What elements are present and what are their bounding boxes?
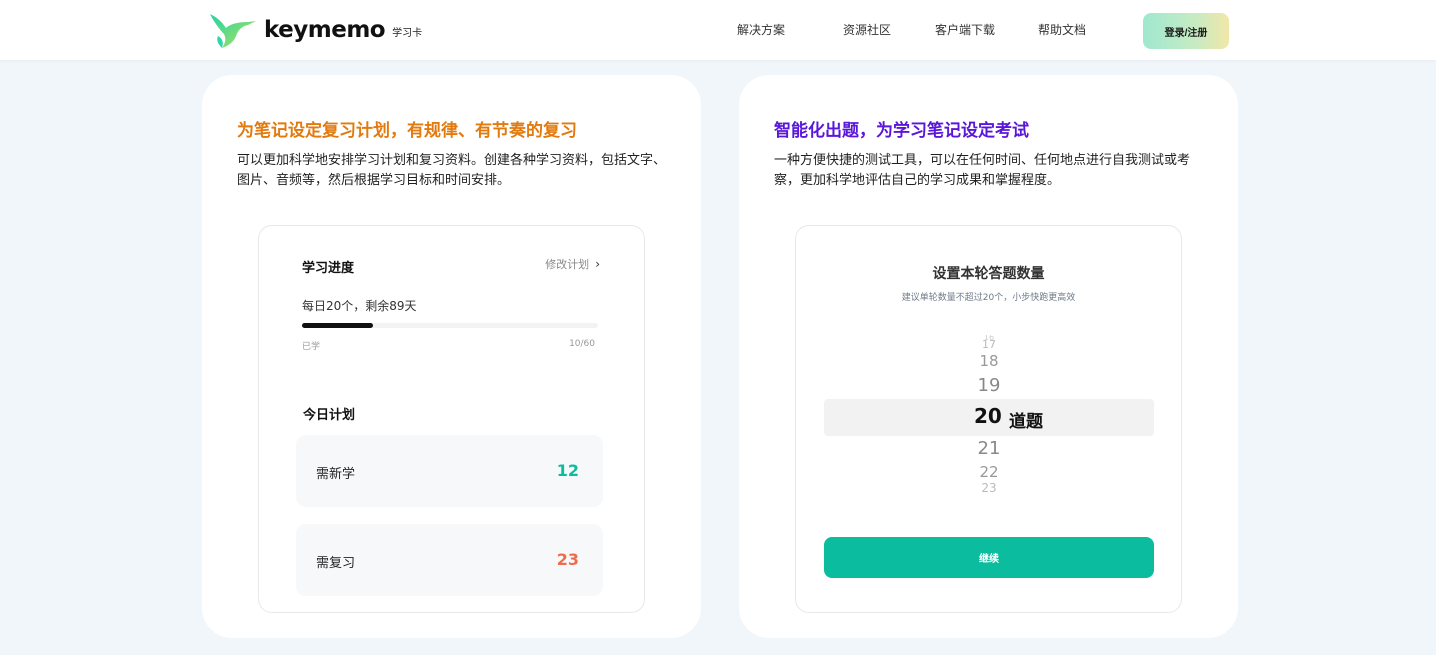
- edit-plan-label: 修改计划: [545, 258, 590, 271]
- edit-plan-link[interactable]: 修改计划 ›: [545, 256, 600, 272]
- quiz-count-title: 设置本轮答题数量: [932, 266, 1045, 282]
- review-label: 需复习: [316, 556, 356, 571]
- picker-option[interactable]: 22: [824, 463, 1154, 481]
- top-header: keymemo 学习卡 解决方案 资源社区 客户端下载 帮助文档 登录/注册: [0, 0, 1436, 60]
- login-register-button[interactable]: 登录/注册: [1143, 13, 1229, 49]
- progress-bar-fill: [302, 323, 374, 328]
- nav-community[interactable]: 资源社区: [843, 21, 891, 38]
- daily-plan-text: 每日20个，剩余89天: [302, 299, 417, 313]
- picker-option[interactable]: 18: [824, 352, 1154, 370]
- progress-label: 学习进度: [302, 261, 355, 276]
- card-title: 智能化出题，为学习笔记设定考试: [774, 121, 1029, 141]
- card-description: 一种方便快捷的测试工具，可以在任何时间、任何地点进行自我测试或考察，更加科学地评…: [774, 153, 1191, 188]
- brand-subtitle: 学习卡: [392, 28, 423, 39]
- quiz-card: 智能化出题，为学习笔记设定考试 一种方便快捷的测试工具，可以在任何时间、任何地点…: [739, 75, 1238, 638]
- picker-unit: 道题: [1009, 412, 1043, 432]
- progress-count: 10/60: [569, 339, 595, 349]
- study-progress-mockup: 学习进度 修改计划 › 每日20个，剩余89天 已学 10/60 今日计划 需新…: [258, 225, 645, 613]
- hummingbird-logo-icon: [210, 14, 256, 48]
- today-plan-label: 今日计划: [303, 408, 356, 423]
- new-learn-item[interactable]: 需新学 12: [296, 435, 603, 507]
- picker-option[interactable]: 19: [824, 375, 1154, 396]
- picker-option[interactable]: 23: [824, 482, 1154, 492]
- number-picker[interactable]: 16 17 18 19 20 道题 21 22 23: [824, 332, 1154, 502]
- nav-solutions[interactable]: 解决方案: [737, 21, 785, 38]
- quiz-setup-mockup: 设置本轮答题数量 建议单轮数量不超过20个，小步快跑更高效 16 17 18 1…: [795, 225, 1182, 613]
- nav-download[interactable]: 客户端下载: [935, 21, 995, 38]
- quiz-count-hint: 建议单轮数量不超过20个，小步快跑更高效: [901, 293, 1076, 303]
- continue-button[interactable]: 继续: [824, 537, 1154, 578]
- new-learn-label: 需新学: [316, 467, 356, 482]
- review-plan-card: 为笔记设定复习计划，有规律、有节奏的复习 可以更加科学地安排学习计划和复习资料。…: [202, 75, 701, 638]
- review-item[interactable]: 需复习 23: [296, 524, 603, 596]
- card-description: 可以更加科学地安排学习计划和复习资料。创建各种学习资料，包括文字、图片、音频等，…: [237, 153, 667, 188]
- logo[interactable]: keymemo 学习卡: [208, 10, 422, 50]
- learned-label: 已学: [302, 342, 321, 352]
- chevron-right-icon: ›: [595, 257, 600, 271]
- brand-name: keymemo: [264, 17, 386, 43]
- nav-help-docs[interactable]: 帮助文档: [1038, 21, 1086, 38]
- picker-selected-value[interactable]: 20: [974, 404, 1002, 428]
- review-count: 23: [556, 550, 579, 569]
- card-title: 为笔记设定复习计划，有规律、有节奏的复习: [237, 121, 577, 141]
- picker-option[interactable]: 17: [824, 340, 1154, 348]
- new-learn-count: 12: [556, 461, 579, 480]
- progress-bar: [302, 323, 598, 328]
- picker-option[interactable]: 21: [824, 438, 1154, 459]
